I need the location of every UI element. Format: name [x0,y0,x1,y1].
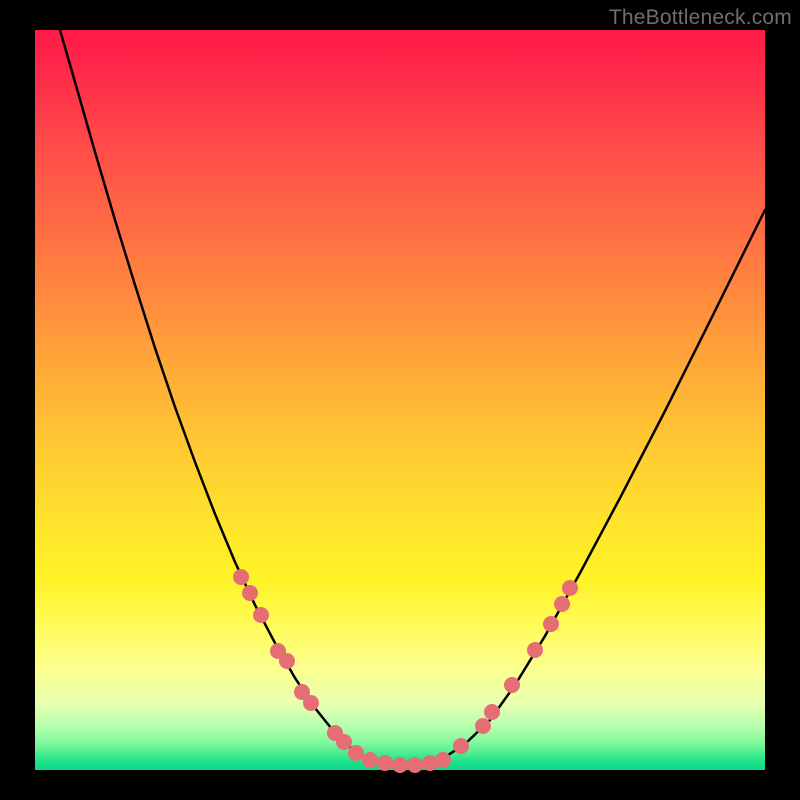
curve-dot [279,653,295,669]
curve-dot [527,642,543,658]
chart-frame: TheBottleneck.com [0,0,800,800]
curve-dot [362,752,378,768]
curve-dot [303,695,319,711]
curve-dot [453,738,469,754]
curve-dot [504,677,520,693]
curve-dot [407,757,423,773]
curve-dot [484,704,500,720]
curve-dot [435,752,451,768]
curve-dot [475,718,491,734]
curve-dot [242,585,258,601]
curve-dot [554,596,570,612]
curve-dots [233,569,578,773]
curve-dot [392,757,408,773]
curve-svg [35,30,765,770]
curve-dot [377,755,393,771]
curve-dot [336,734,352,750]
watermark-text: TheBottleneck.com [609,6,792,30]
curve-dot [562,580,578,596]
curve-dot [543,616,559,632]
bottleneck-curve [60,30,765,767]
curve-dot [348,745,364,761]
plot-area [35,30,765,770]
curve-dot [253,607,269,623]
curve-dot [233,569,249,585]
